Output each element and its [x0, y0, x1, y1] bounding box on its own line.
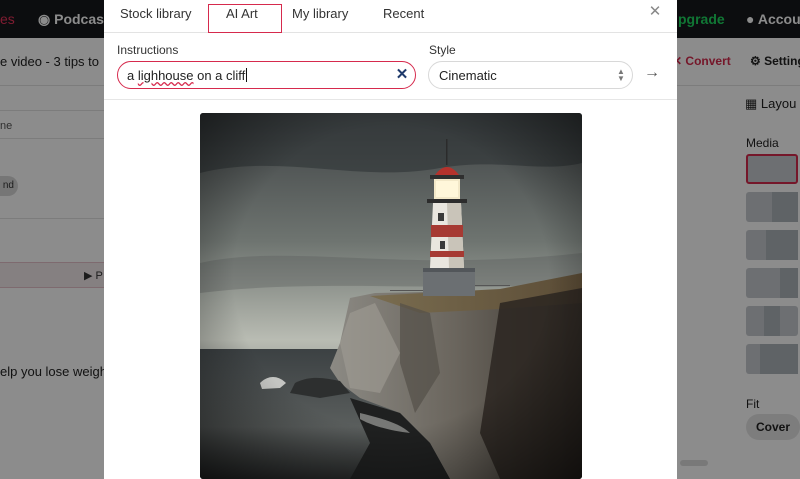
close-icon[interactable]: ✕ [647, 4, 663, 20]
style-label: Style [429, 43, 456, 57]
style-select[interactable]: Cinematic ▲ ▼ [428, 61, 633, 89]
lighthouse-illustration [200, 113, 582, 479]
instructions-input[interactable]: a lighhouse on a cliff ✕ [117, 61, 416, 89]
media-tabs: Stock library AI Art My library Recent ✕ [104, 0, 677, 33]
text-caret [246, 68, 248, 82]
style-value: Cinematic [439, 68, 497, 83]
arrow-right-icon[interactable]: → [643, 64, 661, 82]
clear-icon[interactable]: ✕ [394, 67, 410, 83]
chevron-updown-icon: ▲ ▼ [617, 67, 625, 83]
media-picker-modal: Stock library AI Art My library Recent ✕… [104, 0, 677, 479]
modal-divider [104, 99, 677, 100]
ai-art-result-image[interactable] [200, 113, 582, 479]
tab-recent[interactable]: Recent [383, 6, 424, 21]
tab-my-library[interactable]: My library [292, 6, 348, 21]
tab-stock-library[interactable]: Stock library [120, 6, 192, 21]
instructions-label: Instructions [117, 43, 179, 57]
instructions-value: a lighhouse on a cliff [127, 68, 248, 83]
spellcheck-underline: lighhouse [137, 68, 194, 83]
tab-ai-art[interactable]: AI Art [226, 6, 258, 21]
